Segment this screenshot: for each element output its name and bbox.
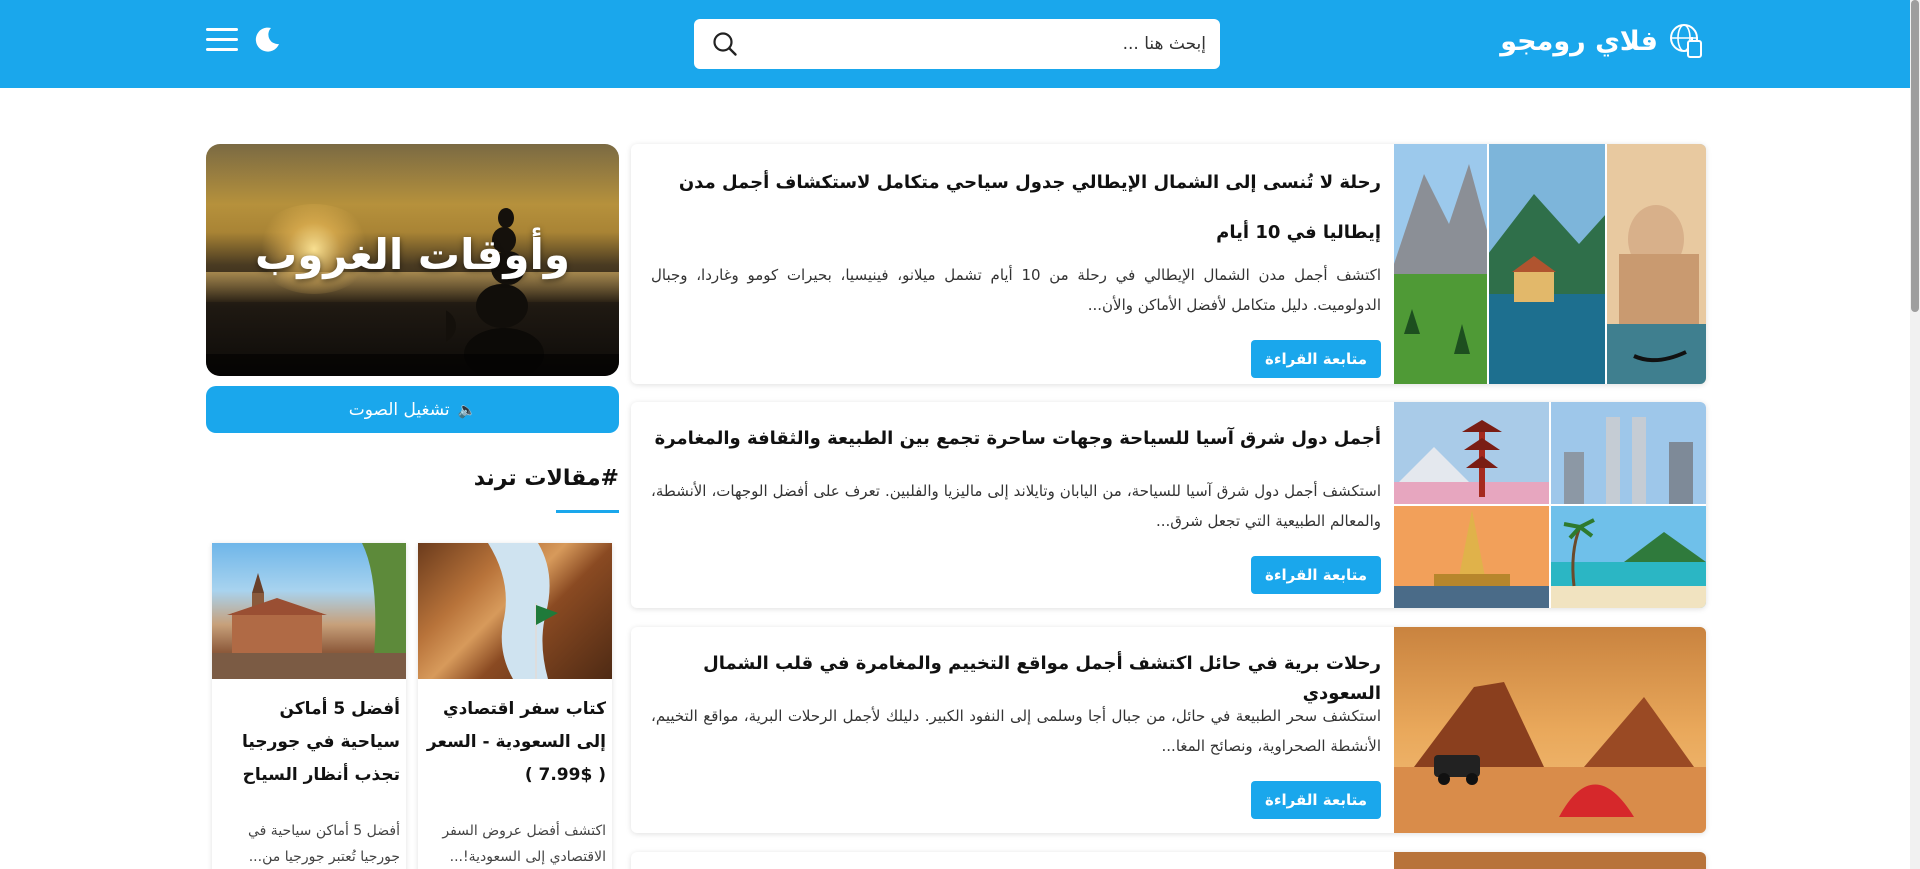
article-card: رحلات برية في حائل اكتشف أجمل مواقع التخ…	[631, 627, 1706, 833]
article-image-hail-desert[interactable]	[1394, 627, 1706, 833]
article-excerpt: استكشف سحر الطبيعة في حائل، من جبال أجا …	[651, 707, 1381, 755]
scrollbar-thumb[interactable]	[1911, 0, 1919, 312]
read-more-button[interactable]: متابعة القراءة	[1251, 340, 1381, 378]
hamburger-menu-icon[interactable]	[206, 28, 238, 56]
hero-title: وأوقات الغروب	[254, 230, 571, 279]
read-more-button[interactable]: متابعة القراءة	[1251, 781, 1381, 819]
play-audio-label: تشغيل الصوت	[348, 399, 450, 420]
article-card	[631, 852, 1706, 869]
sunset-hero-banner[interactable]: وأوقات الغروب	[206, 144, 619, 376]
article-image-italy[interactable]	[1394, 144, 1706, 384]
article-excerpt: اكتشف أجمل مدن الشمال الإيطالي في رحلة م…	[651, 266, 1381, 314]
play-audio-button[interactable]: 🔈 تشغيل الصوت	[206, 386, 619, 433]
trending-card[interactable]: أفضل 5 أماكن سياحية في جورجيا تجذب أنظار…	[212, 543, 406, 869]
article-title[interactable]: رحلة لا تُنسى إلى الشمال الإيطالي جدول س…	[651, 158, 1381, 258]
trending-desc: أفضل 5 أماكن سياحية في جورجيا تُعتبر جور…	[248, 823, 400, 865]
site-logo[interactable]: فلاي رومجو	[1500, 18, 1706, 64]
article-title[interactable]: رحلات برية في حائل اكتشف أجمل مواقع التخ…	[651, 649, 1381, 709]
speaker-icon: 🔈	[457, 400, 477, 419]
trending-title[interactable]: كتاب سفر اقتصادي إلى السعودية - السعر ( …	[424, 693, 606, 792]
article-image-east-asia[interactable]	[1394, 402, 1706, 608]
article-image[interactable]	[1394, 852, 1706, 869]
site-header: فلاي رومجو	[0, 0, 1920, 88]
trending-image-saudi-rocks	[418, 543, 612, 679]
page-scrollbar[interactable]	[1910, 0, 1920, 869]
trending-desc: اكتشف أفضل عروض السفر الاقتصادي إلى السع…	[442, 823, 606, 865]
search-bar	[694, 19, 1220, 69]
trending-title[interactable]: أفضل 5 أماكن سياحية في جورجيا تجذب أنظار…	[218, 693, 400, 792]
article-card: أجمل دول شرق آسيا للسياحة وجهات ساحرة تج…	[631, 402, 1706, 608]
trending-heading: #مقالات ترند	[473, 466, 619, 491]
article-excerpt: استكشف أجمل دول شرق آسيا للسياحة، من الي…	[651, 482, 1381, 530]
article-title[interactable]: أجمل دول شرق آسيا للسياحة وجهات ساحرة تج…	[651, 424, 1381, 454]
article-card: رحلة لا تُنسى إلى الشمال الإيطالي جدول س…	[631, 144, 1706, 384]
trending-underline	[556, 510, 619, 513]
trending-card[interactable]: كتاب سفر اقتصادي إلى السعودية - السعر ( …	[418, 543, 612, 869]
trending-image-georgia-town	[212, 543, 406, 679]
logo-text: فلاي رومجو	[1500, 25, 1658, 57]
globe-luggage-logo-icon	[1666, 21, 1706, 61]
dark-mode-moon-icon[interactable]	[252, 25, 282, 55]
search-input[interactable]	[756, 19, 1206, 69]
read-more-button[interactable]: متابعة القراءة	[1251, 556, 1381, 594]
search-icon[interactable]	[712, 31, 738, 57]
